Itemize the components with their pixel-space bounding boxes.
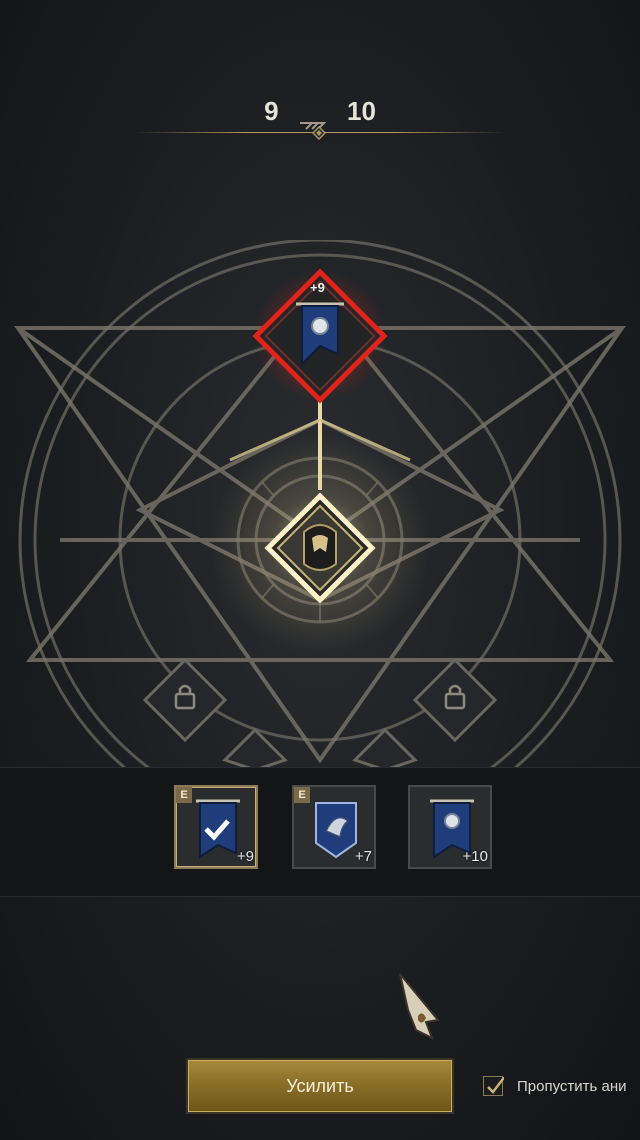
grade-badge: E	[176, 787, 192, 803]
material-slot-1[interactable]: E +9	[174, 785, 258, 869]
material-tray: E +9 E +7 +10	[0, 767, 640, 897]
skip-animation-checkbox[interactable]	[483, 1076, 507, 1096]
plus-label: +10	[462, 848, 488, 865]
ornament-icon	[311, 125, 327, 141]
banner-icon	[196, 799, 240, 859]
level-next: 10	[347, 95, 376, 126]
level-indicator: 9 10	[0, 94, 640, 130]
arrow-icon	[298, 106, 328, 130]
material-slot-3[interactable]: +10	[408, 785, 492, 869]
target-slot-node[interactable]: +9	[252, 268, 388, 404]
skip-animation-toggle[interactable]: Пропустить ани	[483, 1076, 640, 1100]
checkmark-icon	[487, 1076, 507, 1094]
plus-label: +9	[236, 848, 254, 865]
enhance-button[interactable]: Усилить	[186, 1058, 454, 1114]
locked-node-right	[412, 657, 498, 743]
center-node	[264, 492, 376, 604]
target-plus-label: +9	[310, 280, 325, 295]
level-header: 9 10	[0, 92, 640, 142]
material-slot-2[interactable]: E +7	[292, 785, 376, 869]
plus-label: +7	[354, 848, 372, 865]
grade-badge: E	[294, 787, 310, 803]
helmet-icon	[303, 524, 337, 571]
shield-banner-icon	[315, 802, 357, 859]
locked-node-left	[142, 657, 228, 743]
skip-animation-label: Пропустить ани	[517, 1078, 627, 1095]
cursor-icon	[399, 973, 440, 1041]
level-current: 9	[264, 95, 279, 126]
